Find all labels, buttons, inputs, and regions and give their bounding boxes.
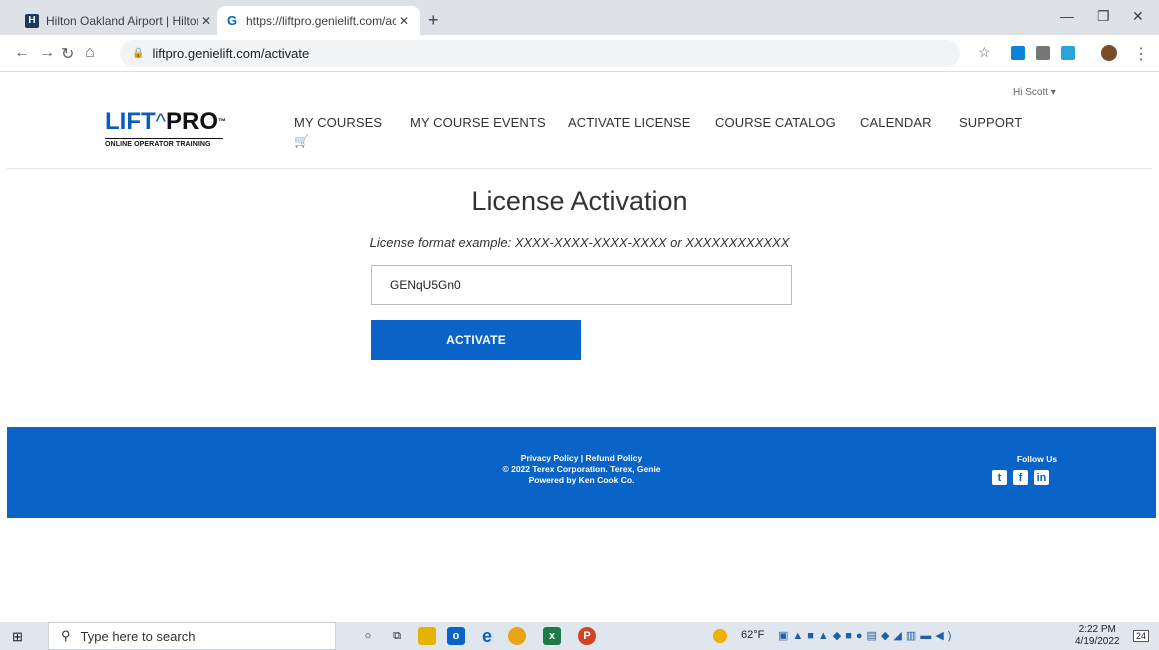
lock-icon: 🔒 (132, 48, 145, 59)
reload-icon[interactable]: ↻ (61, 44, 74, 64)
browser-tab-strip: H Hilton Oakland Airport | Hilton W ✕ G … (0, 0, 1159, 35)
logo-lift: LIFT (105, 108, 156, 135)
close-tab-icon[interactable]: ✕ (198, 14, 214, 28)
cortana-icon[interactable]: ○ (359, 627, 377, 645)
profile-avatar[interactable] (1101, 45, 1117, 61)
license-key-input[interactable] (371, 265, 792, 305)
logo-caret: ^ (155, 109, 166, 134)
header-divider (7, 168, 1152, 169)
home-icon[interactable]: ⌂ (85, 44, 95, 62)
follow-us-label: Follow Us (1016, 454, 1058, 464)
browser-toolbar: ← → ↻ ⌂ 🔒 liftpro.genielift.com/activate… (0, 35, 1159, 72)
nav-my-course-events[interactable]: MY COURSE EVENTS (410, 115, 546, 130)
outlook-icon[interactable]: o (447, 627, 465, 645)
taskbar-clock[interactable]: 2:22 PM 4/19/2022 (1075, 624, 1120, 648)
footer-text: Privacy Policy | Refund Policy © 2022 Te… (7, 453, 1156, 486)
minimize-icon[interactable]: — (1060, 8, 1074, 24)
system-tray-icons[interactable]: ▣▲■▲◆■●▤◆◢▥▬◀) (778, 629, 955, 642)
footer-policy-links[interactable]: Privacy Policy | Refund Policy (7, 453, 1156, 464)
tab-hilton[interactable]: H Hilton Oakland Airport | Hilton W ✕ (17, 6, 222, 35)
nav-activate-license[interactable]: ACTIVATE LICENSE (568, 115, 690, 130)
logo-pro: PRO (165, 108, 218, 135)
hilton-favicon-icon: H (25, 13, 39, 28)
close-tab-icon[interactable]: ✕ (396, 14, 412, 28)
nav-calendar[interactable]: CALENDAR (860, 115, 932, 130)
window-close-icon[interactable]: ✕ (1132, 8, 1144, 25)
nav-course-catalog[interactable]: COURSE CATALOG (715, 115, 836, 130)
user-greeting-dropdown[interactable]: Hi Scott ▾ (1013, 87, 1056, 98)
extension-teal-icon[interactable] (1061, 46, 1075, 60)
weather-temp[interactable]: 62°F (741, 629, 764, 641)
nav-support[interactable]: SUPPORT (959, 115, 1022, 130)
logo-subtitle: ONLINE OPERATOR TRAINING (105, 138, 223, 148)
taskbar-search-box[interactable]: ⚲ Type here to search (48, 622, 336, 650)
site-footer: Privacy Policy | Refund Policy © 2022 Te… (7, 427, 1156, 518)
search-icon: ⚲ (61, 628, 71, 643)
edge-icon[interactable]: e (478, 626, 496, 646)
genie-favicon-icon: G (226, 13, 238, 28)
bookmark-star-icon[interactable]: ☆ (978, 44, 991, 61)
restore-icon[interactable]: ❐ (1097, 8, 1110, 25)
powerpoint-icon[interactable]: P (578, 627, 596, 645)
page-title: License Activation (471, 186, 688, 216)
activate-button[interactable]: ACTIVATE (371, 320, 581, 360)
file-explorer-icon[interactable] (418, 627, 436, 645)
logo-tm: ™ (218, 117, 226, 126)
extension-windows-icon[interactable] (1011, 46, 1025, 60)
extension-cast-icon[interactable] (1036, 46, 1050, 60)
excel-icon[interactable]: x (543, 627, 561, 645)
windows-start-icon[interactable]: ⊞ (12, 629, 23, 645)
linkedin-icon[interactable]: in (1034, 470, 1049, 485)
taskbar-search-placeholder: Type here to search (80, 628, 196, 644)
tab-liftpro[interactable]: G https://liftpro.genielift.com/activ ✕ (217, 6, 420, 35)
weather-icon[interactable] (713, 629, 727, 643)
footer-copyright: © 2022 Terex Corporation. Terex, Genie (502, 464, 661, 474)
clock-date: 4/19/2022 (1075, 636, 1120, 647)
license-format-hint: License format example: XXXX-XXXX-XXXX-X… (369, 235, 790, 250)
url-text: liftpro.genielift.com/activate (152, 46, 310, 61)
back-arrow-icon[interactable]: ← (14, 44, 30, 62)
forward-arrow-icon[interactable]: → (39, 44, 55, 62)
twitter-icon[interactable]: t (992, 470, 1007, 485)
liftpro-logo[interactable]: LIFT^PRO™ ONLINE OPERATOR TRAINING (105, 110, 235, 154)
facebook-icon[interactable]: f (1013, 470, 1028, 485)
nav-my-courses[interactable]: MY COURSES (294, 115, 382, 130)
cart-icon[interactable]: 🛒 (294, 134, 309, 148)
address-bar[interactable]: 🔒 liftpro.genielift.com/activate (120, 40, 960, 67)
tab-title: Hilton Oakland Airport | Hilton W (46, 13, 198, 28)
chrome-icon[interactable] (508, 627, 526, 645)
clock-time: 2:22 PM (1078, 624, 1116, 635)
windows-taskbar: ⊞ ⚲ Type here to search ○ ⧉ o e x P 62°F… (0, 622, 1159, 650)
task-view-icon[interactable]: ⧉ (388, 627, 406, 645)
notifications-badge[interactable]: 24 (1133, 630, 1150, 642)
tab-title: https://liftpro.genielift.com/activ (246, 13, 396, 28)
new-tab-button[interactable]: + (428, 10, 439, 31)
footer-powered-by: Powered by Ken Cook Co. (528, 475, 635, 485)
more-menu-icon[interactable]: ⋮ (1133, 44, 1149, 64)
